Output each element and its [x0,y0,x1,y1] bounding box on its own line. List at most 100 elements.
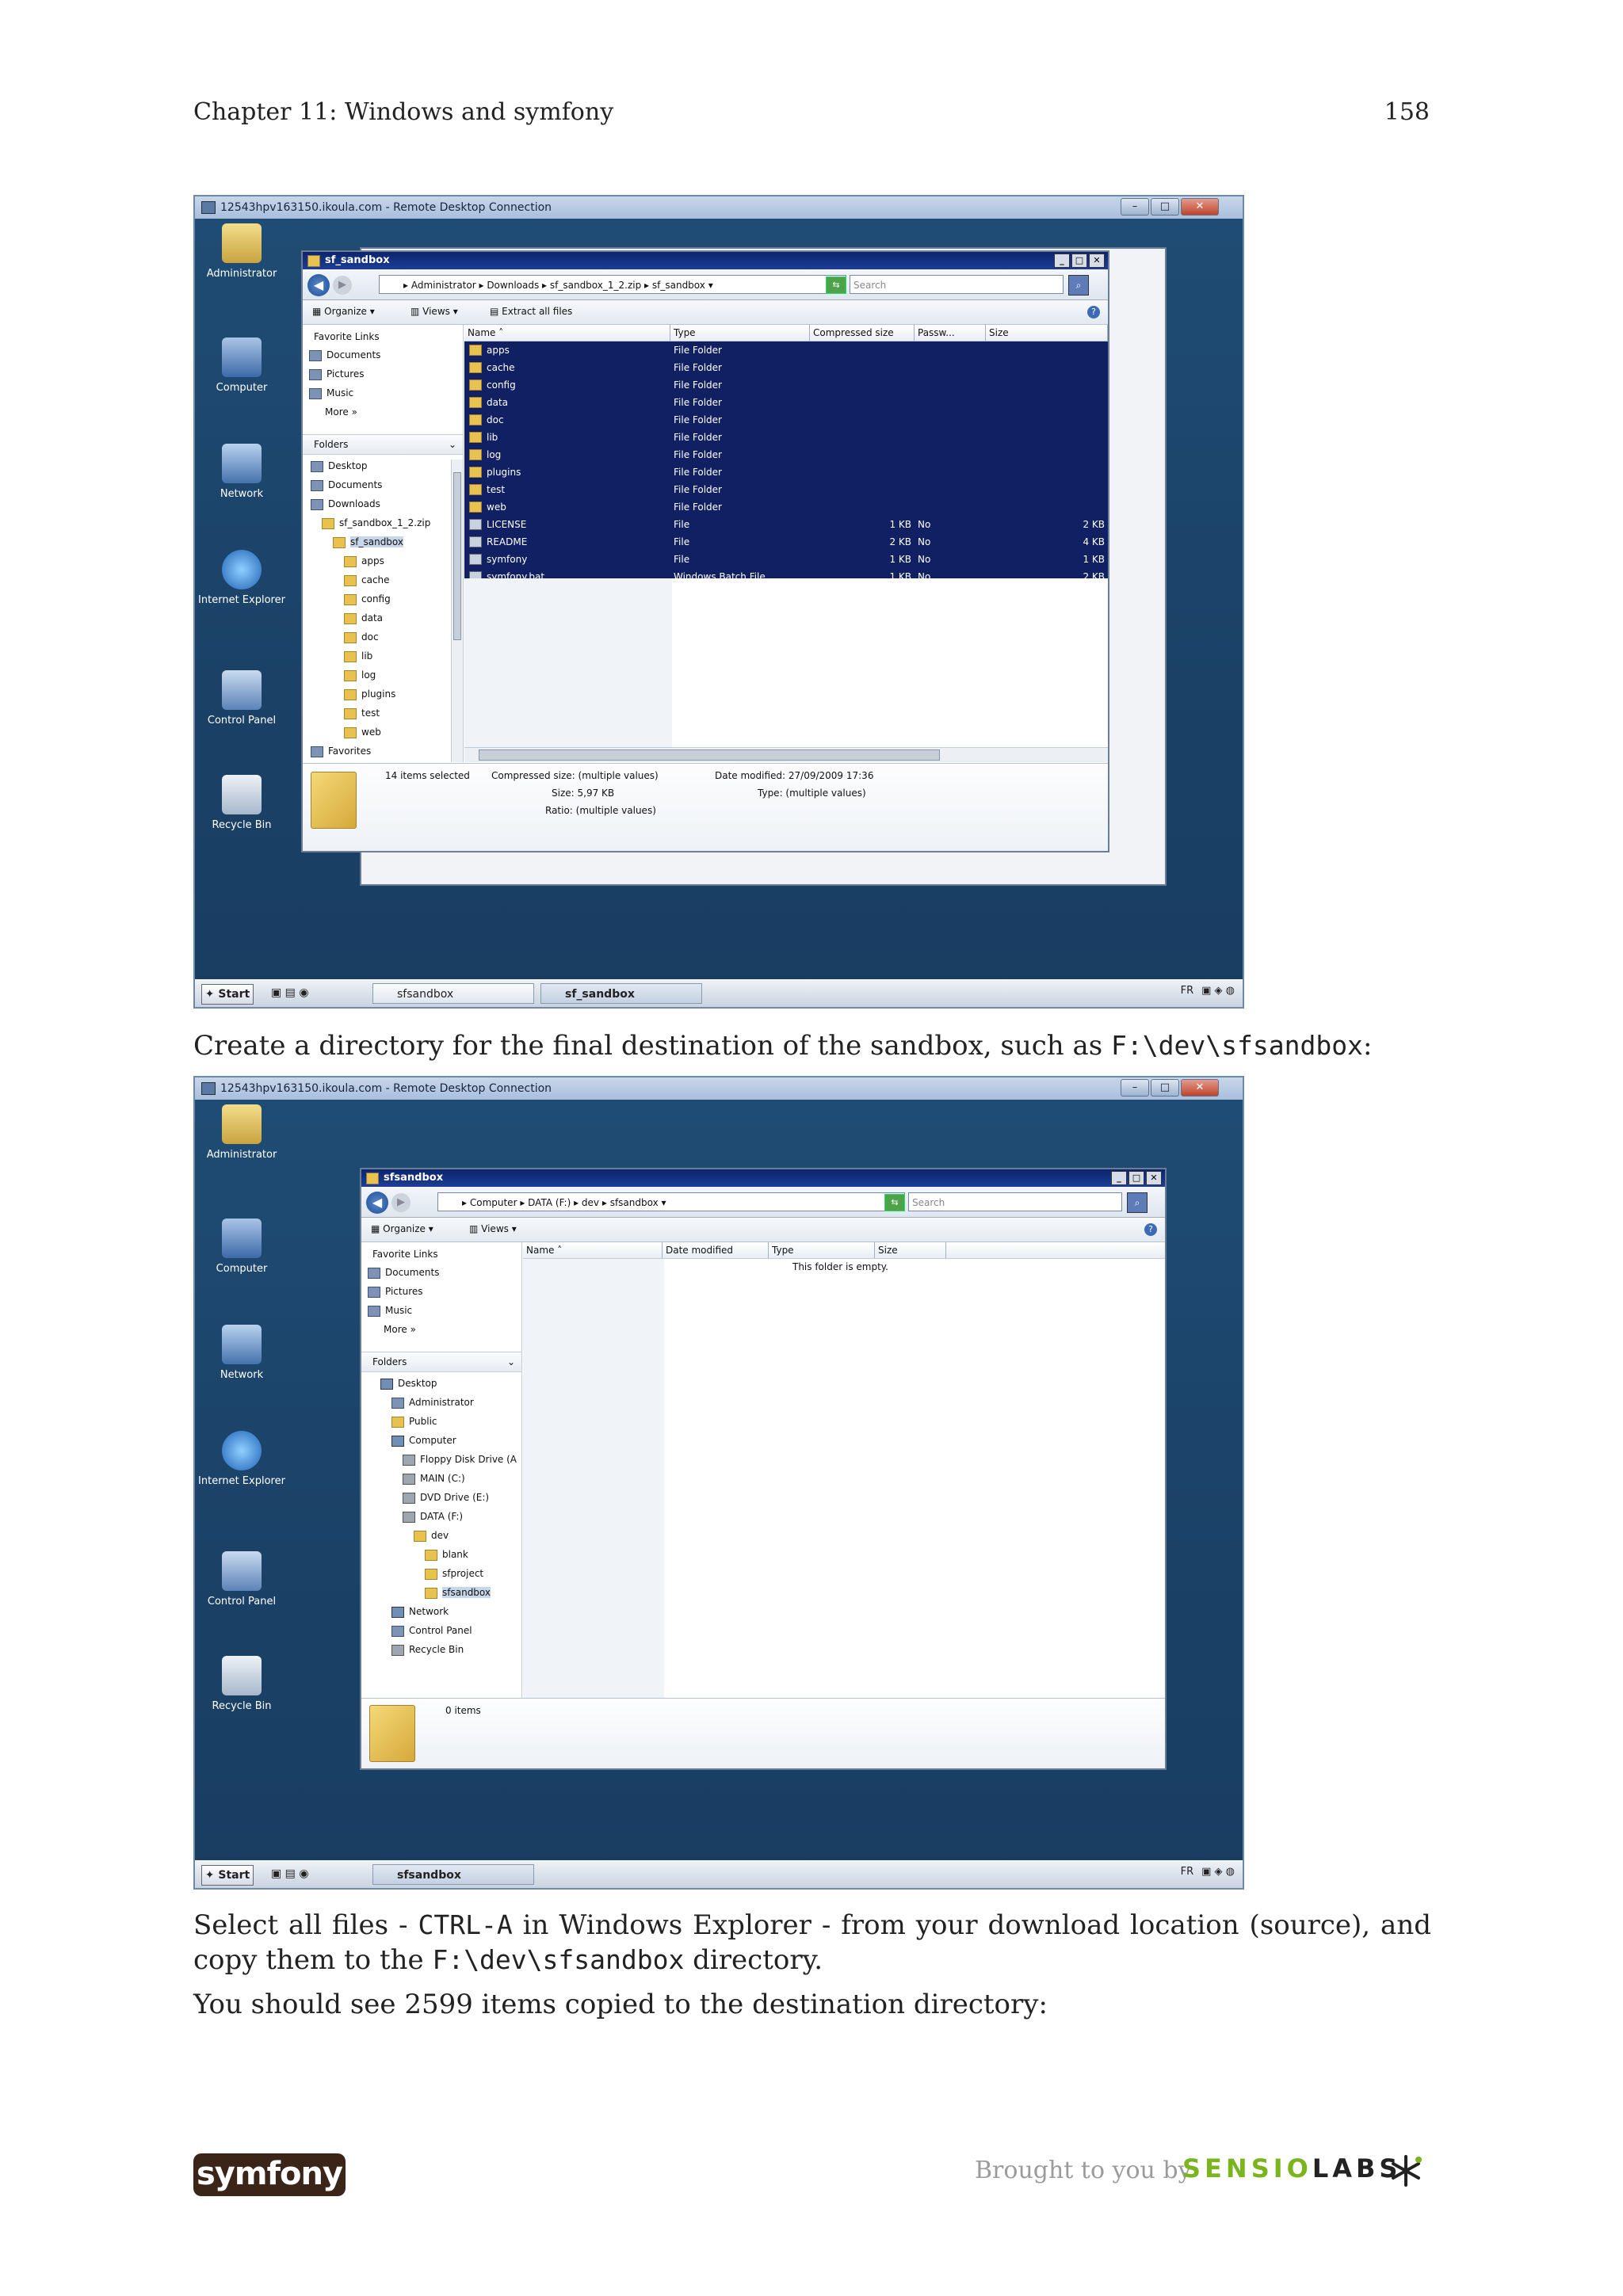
desktop-icon-recycle-bin[interactable]: Recycle Bin [198,775,285,831]
tree-item[interactable]: doc [303,627,463,646]
tree-item-selected[interactable]: sfsandbox [361,1583,521,1602]
taskbar-button-sfsandbox[interactable]: sfsandbox [372,1864,534,1885]
tree-item[interactable]: Administrator [361,1393,521,1412]
file-row[interactable]: apps File Folder [464,341,1108,359]
tree-item[interactable]: sf_sandbox_1_2.zip [303,513,463,532]
horizontal-scrollbar[interactable] [464,747,1108,762]
forward-icon[interactable]: ▶ [391,1193,411,1212]
desktop-icon-administrator[interactable]: Administrator [198,1104,285,1161]
tree-item-selected[interactable]: sf_sandbox [303,532,463,551]
tree-item[interactable]: test [303,704,463,723]
tree-item[interactable]: data [303,608,463,627]
col-type[interactable]: Type [670,325,810,341]
tree-item[interactable]: Control Panel [361,1621,521,1640]
desktop-icon-control-panel[interactable]: Control Panel [198,670,285,727]
desktop-icon-computer[interactable]: Computer [198,1219,285,1275]
quick-launch-icons[interactable]: ▣ ▤ ◉ [271,986,309,999]
language-indicator[interactable]: FR [1181,985,1194,997]
close-button[interactable]: ✕ [1181,1079,1219,1097]
views-menu[interactable]: ▥ Views ▾ [411,306,458,317]
file-row[interactable]: plugins File Folder [464,463,1108,481]
col-password[interactable]: Passw... [915,325,986,341]
file-row[interactable]: data File Folder [464,394,1108,411]
maximize-button[interactable]: □ [1128,1171,1144,1185]
forward-icon[interactable]: ▶ [333,276,352,295]
folders-heading[interactable]: Folders ⌄ [303,434,463,455]
file-row[interactable]: test File Folder [464,481,1108,498]
tree-scrollbar[interactable] [451,460,463,762]
favorite-music[interactable]: Music [309,383,463,402]
organize-menu[interactable]: ▦ Organize ▾ [312,306,375,317]
tree-item[interactable]: Desktop [361,1374,521,1393]
desktop-icon-control-panel[interactable]: Control Panel [198,1551,285,1608]
desktop-icon-internet-explorer[interactable]: Internet Explorer [198,1431,285,1487]
desktop-icon-recycle-bin[interactable]: Recycle Bin [198,1656,285,1712]
search-input[interactable]: Search [850,275,1064,294]
favorite-documents[interactable]: Documents [309,345,463,364]
views-menu[interactable]: ▥ Views ▾ [469,1223,517,1234]
tree-item[interactable]: dev [361,1526,521,1545]
tree-item[interactable]: DVD Drive (E:) [361,1488,521,1507]
file-row[interactable]: symfony File 1 KB No 1 KB [464,551,1108,568]
file-row[interactable]: doc File Folder [464,411,1108,429]
tree-item[interactable]: config [303,589,463,608]
favorite-more[interactable]: More » [368,1320,521,1339]
col-name[interactable]: Name ˄ [523,1242,663,1258]
search-icon[interactable]: ⌕ [1068,275,1089,296]
tree-item[interactable]: apps [303,551,463,570]
search-icon[interactable]: ⌕ [1127,1192,1148,1213]
help-icon[interactable]: ? [1144,1223,1157,1236]
minimize-button[interactable]: – [1121,198,1149,215]
tree-item[interactable]: Public [361,1412,521,1431]
minimize-button[interactable]: _ [1111,1171,1127,1185]
file-row[interactable]: README File 2 KB No 4 KB [464,533,1108,551]
desktop-icon-network[interactable]: Network [198,1325,285,1381]
tree-item[interactable]: plugins [303,685,463,704]
file-row[interactable]: cache File Folder [464,359,1108,376]
tree-item[interactable]: Recycle Bin [361,1640,521,1659]
tree-item[interactable]: MAIN (C:) [361,1469,521,1488]
tree-item[interactable]: Network [361,1602,521,1621]
tree-item[interactable]: log [303,666,463,685]
extract-all-button[interactable]: ▤ Extract all files [490,306,572,317]
tree-item[interactable]: Downloads [303,494,463,513]
col-date-modified[interactable]: Date modified [663,1242,769,1258]
desktop-icon-network[interactable]: Network [198,444,285,500]
tree-item[interactable]: sfproject [361,1564,521,1583]
favorite-pictures[interactable]: Pictures [368,1282,521,1301]
favorite-documents[interactable]: Documents [368,1263,521,1282]
close-button[interactable]: ✕ [1146,1171,1162,1185]
tree-item[interactable]: Computer [361,1431,521,1450]
col-compressed-size[interactable]: Compressed size [810,325,915,341]
taskbar-button-sfsandbox[interactable]: sfsandbox [372,983,534,1004]
address-bar[interactable]: ▸ Computer ▸ DATA (F:) ▸ dev ▸ sfsandbox… [437,1192,905,1211]
tree-item[interactable]: cache [303,570,463,589]
taskbar-button-sf-sandbox[interactable]: sf_sandbox [540,983,702,1004]
tree-item[interactable]: lib [303,646,463,666]
file-row[interactable]: LICENSE File 1 KB No 2 KB [464,516,1108,533]
favorite-more[interactable]: More » [309,402,463,421]
col-size[interactable]: Size [986,325,1108,341]
start-button[interactable]: ✦ Start [201,984,254,1005]
tree-item[interactable]: Documents [303,475,463,494]
minimize-button[interactable]: – [1121,1079,1149,1097]
file-row[interactable]: config File Folder [464,376,1108,394]
favorite-music[interactable]: Music [368,1301,521,1320]
maximize-button[interactable]: □ [1151,1079,1179,1097]
tree-item[interactable]: DATA (F:) [361,1507,521,1526]
search-input[interactable]: Search [908,1192,1122,1211]
maximize-button[interactable]: □ [1071,254,1087,268]
desktop-icon-internet-explorer[interactable]: Internet Explorer [198,550,285,606]
favorite-pictures[interactable]: Pictures [309,364,463,383]
maximize-button[interactable]: □ [1151,198,1179,215]
refresh-button[interactable]: ⇆ [884,1194,905,1211]
file-row[interactable]: web File Folder [464,498,1108,516]
refresh-button[interactable]: ⇆ [826,277,846,294]
col-name[interactable]: Name ˄ [464,325,670,341]
file-row[interactable]: log File Folder [464,446,1108,463]
folders-heading[interactable]: Folders ⌄ [361,1352,521,1372]
quick-launch-icons[interactable]: ▣ ▤ ◉ [271,1867,309,1880]
tree-item[interactable]: Floppy Disk Drive (A [361,1450,521,1469]
desktop-icon-administrator[interactable]: Administrator [198,223,285,280]
back-icon[interactable]: ◀ [366,1192,388,1214]
